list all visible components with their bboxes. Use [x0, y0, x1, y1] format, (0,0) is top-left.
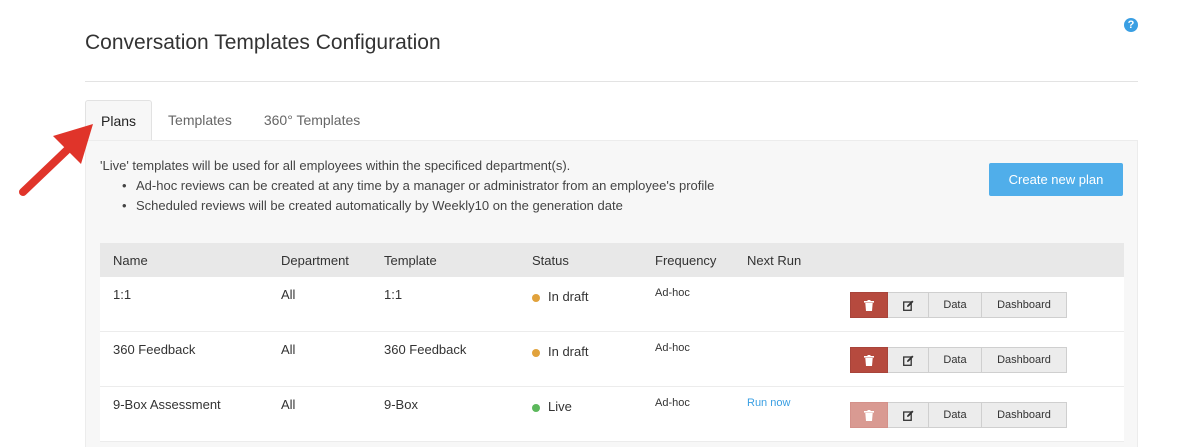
tab-bar: Plans Templates 360° Templates [85, 100, 376, 141]
row-actions: Data Dashboard [850, 402, 1067, 428]
create-new-plan-button[interactable]: Create new plan [989, 163, 1123, 196]
delete-button[interactable] [850, 402, 888, 428]
column-header-name[interactable]: Name [113, 253, 148, 268]
row-frequency: Ad-hoc [655, 342, 690, 354]
tab-360-templates[interactable]: 360° Templates [248, 100, 376, 141]
row-template: 1:1 [384, 287, 403, 302]
status-dot-icon [532, 403, 540, 412]
status-dot-icon [532, 293, 540, 302]
row-frequency: Ad-hoc [655, 287, 690, 299]
plans-table: Name Department Template Status Frequenc… [100, 243, 1124, 442]
trash-icon [864, 409, 874, 421]
intro-bullet-adhoc: Ad-hoc reviews can be created at any tim… [122, 176, 714, 196]
status-badge: Live [532, 399, 572, 414]
trash-icon [864, 354, 874, 366]
data-button[interactable]: Data [929, 347, 982, 373]
plans-panel: 'Live' templates will be used for all em… [85, 140, 1138, 447]
run-now-link[interactable]: Run now [747, 397, 790, 409]
intro-text: 'Live' templates will be used for all em… [100, 156, 714, 216]
status-label: Live [548, 399, 572, 414]
column-header-department[interactable]: Department [281, 253, 349, 268]
column-header-template[interactable]: Template [384, 253, 437, 268]
row-department: All [281, 397, 296, 412]
data-button[interactable]: Data [929, 292, 982, 318]
page-title: Conversation Templates Configuration [85, 31, 441, 54]
column-header-next-run[interactable]: Next Run [747, 253, 801, 268]
table-row: 9-Box Assessment All 9-Box Live Ad-hoc R… [100, 387, 1124, 442]
edit-button[interactable] [888, 292, 929, 318]
status-label: In draft [548, 289, 589, 304]
data-button[interactable]: Data [929, 402, 982, 428]
edit-icon [902, 300, 913, 311]
edit-button[interactable] [888, 402, 929, 428]
status-dot-icon [532, 348, 540, 357]
row-actions: Data Dashboard [850, 347, 1067, 373]
delete-button[interactable] [850, 347, 888, 373]
status-badge: In draft [532, 344, 588, 359]
delete-button[interactable] [850, 292, 888, 318]
intro-line: 'Live' templates will be used for all em… [100, 158, 571, 173]
intro-bullet-scheduled: Scheduled reviews will be created automa… [122, 196, 714, 216]
column-header-frequency[interactable]: Frequency [655, 253, 716, 268]
row-department: All [281, 287, 296, 302]
row-name: 9-Box Assessment [113, 397, 221, 412]
help-icon[interactable]: ? [1124, 18, 1138, 32]
column-header-status[interactable]: Status [532, 253, 569, 268]
dashboard-button[interactable]: Dashboard [982, 292, 1067, 318]
row-frequency: Ad-hoc [655, 397, 690, 409]
annotation-arrow-icon [19, 124, 93, 196]
row-name: 1:1 [113, 287, 132, 302]
edit-icon [902, 410, 913, 421]
table-row: 1:1 All 1:1 In draft Ad-hoc Data Dashboa… [100, 277, 1124, 332]
row-name: 360 Feedback [113, 342, 196, 357]
row-template: 360 Feedback [384, 342, 467, 357]
intro-bullets: Ad-hoc reviews can be created at any tim… [122, 176, 714, 216]
edit-button[interactable] [888, 347, 929, 373]
row-template: 9-Box [384, 397, 418, 412]
row-actions: Data Dashboard [850, 292, 1067, 318]
title-divider [85, 81, 1138, 82]
edit-icon [902, 355, 913, 366]
dashboard-button[interactable]: Dashboard [982, 347, 1067, 373]
table-header: Name Department Template Status Frequenc… [100, 243, 1124, 277]
tab-templates[interactable]: Templates [152, 100, 248, 141]
status-badge: In draft [532, 289, 588, 304]
dashboard-button[interactable]: Dashboard [982, 402, 1067, 428]
row-department: All [281, 342, 296, 357]
status-label: In draft [548, 344, 589, 359]
trash-icon [864, 299, 874, 311]
table-row: 360 Feedback All 360 Feedback In draft A… [100, 332, 1124, 387]
